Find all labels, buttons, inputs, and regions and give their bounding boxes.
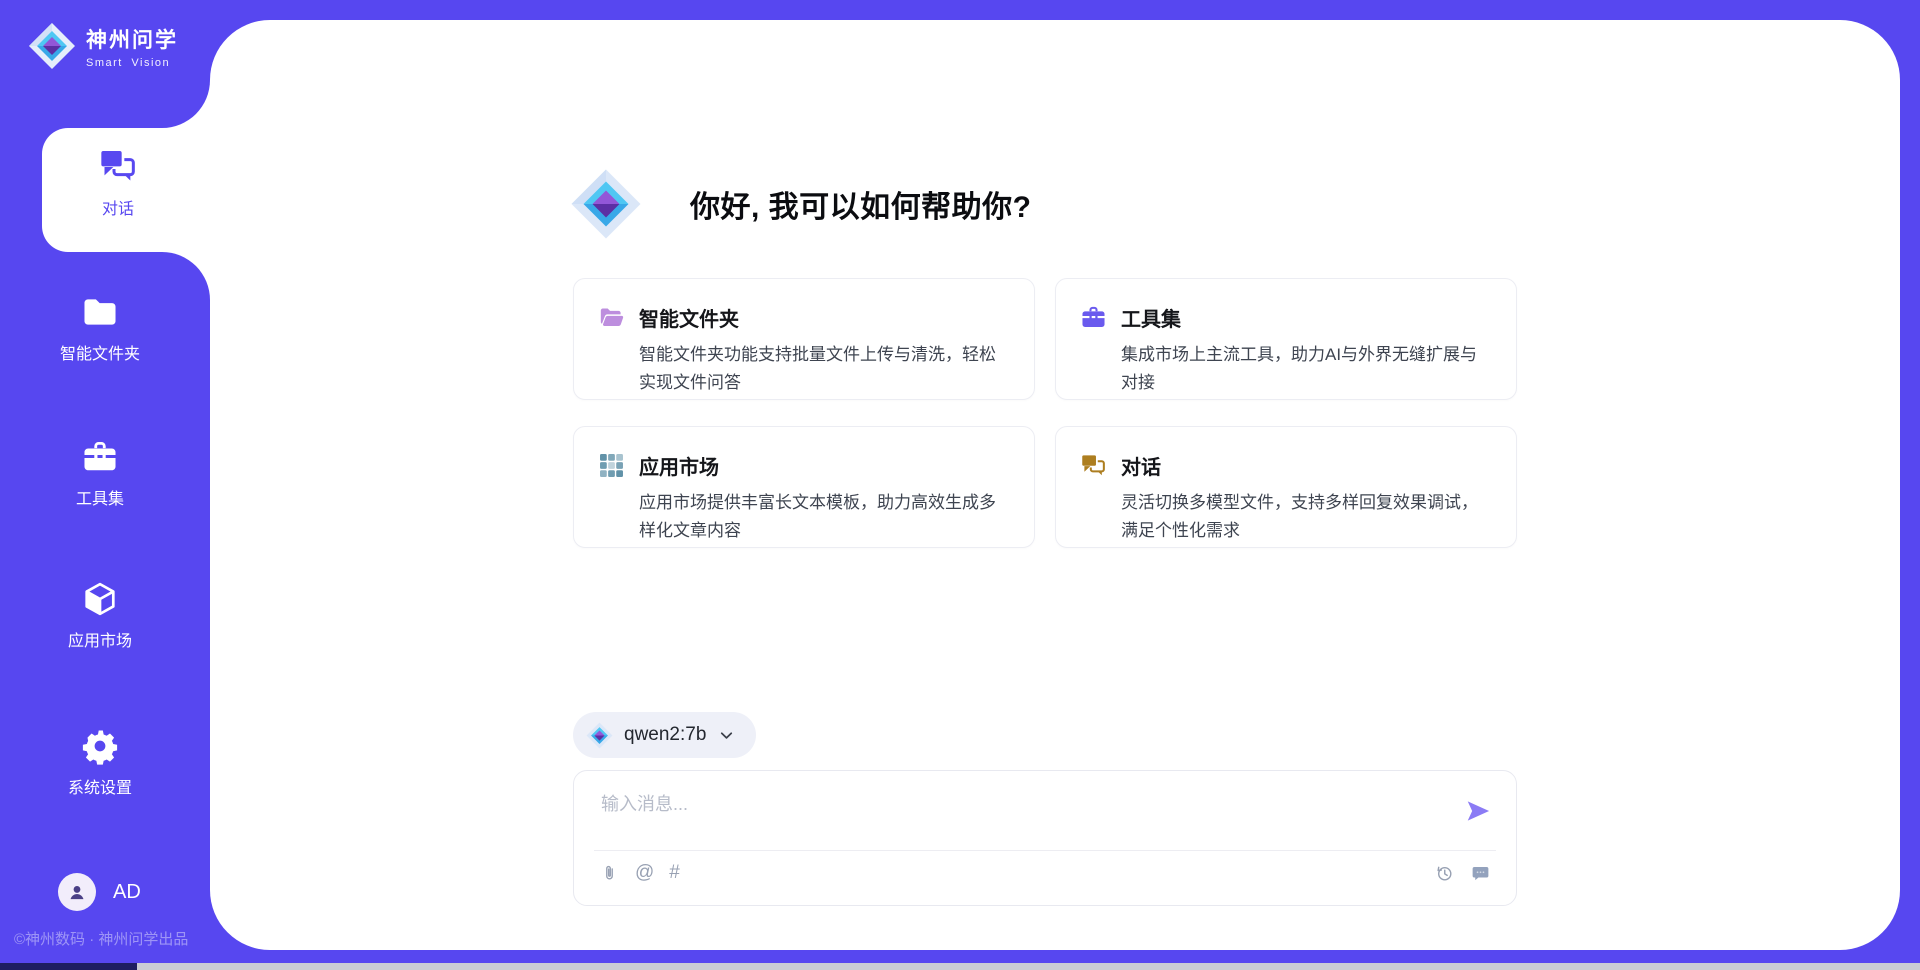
sidebar-item-label: 智能文件夹 [60,340,140,364]
at-icon: @ [635,862,654,884]
chat-icon [98,146,138,186]
sidebar-footer: ©神州数码 · 神州问学出品 [14,928,188,949]
app-logo-icon [28,22,76,70]
card-description: 集成市场上主流工具，助力AI与外界无缝扩展与对接 [1121,341,1490,396]
greeting: 你好, 我可以如何帮助你? [570,163,1032,245]
message-input[interactable] [601,790,1441,842]
chevron-down-icon [717,726,736,745]
grid-icon [598,452,625,479]
composer-divider [594,850,1496,851]
sidebar-item-label: 工具集 [76,485,124,509]
sidebar-item-settings[interactable]: 系统设置 [0,727,200,798]
sidebar-item-app-market[interactable]: 应用市场 [0,580,200,651]
model-name: qwen2:7b [624,724,706,746]
sidebar: 神州问学 Smart Vision 对话 智能文件夹 工具集 [0,0,210,970]
history-button[interactable] [1434,863,1455,884]
tab-connector-top [162,80,210,128]
sidebar-item-label: 系统设置 [68,774,132,798]
sidebar-item-chat[interactable]: 对话 [42,128,212,252]
card-app-market[interactable]: 应用市场 应用市场提供丰富长文本模板，助力高效生成多样化文章内容 [573,426,1035,548]
toolbox-icon [1080,304,1107,331]
model-selector-button[interactable]: qwen2:7b [573,712,756,758]
composer-toolbar: @ # [599,862,1491,884]
card-title: 智能文件夹 [639,303,1008,332]
card-title: 对话 [1121,451,1490,480]
horizontal-scrollbar-thumb[interactable] [0,963,137,970]
open-folder-icon [598,304,625,331]
card-smart-folder[interactable]: 智能文件夹 智能文件夹功能支持批量文件上传与清洗，轻松实现文件问答 [573,278,1035,400]
card-toolset[interactable]: 工具集 集成市场上主流工具，助力AI与外界无缝扩展与对接 [1055,278,1517,400]
paperclip-icon [599,863,620,884]
cube-icon [81,580,119,618]
sidebar-item-label: 应用市场 [68,627,132,651]
chat-icon [1080,452,1107,479]
toolbox-icon [81,438,119,476]
folder-icon [81,293,119,331]
gear-icon [81,727,119,765]
comment-icon [1470,863,1491,884]
comment-button[interactable] [1470,863,1491,884]
brand: 神州问学 Smart Vision [28,22,178,70]
card-chat[interactable]: 对话 灵活切换多模型文件，支持多样回复效果调试，满足个性化需求 [1055,426,1517,548]
composer: @ # [573,770,1517,906]
feature-cards: 智能文件夹 智能文件夹功能支持批量文件上传与清洗，轻松实现文件问答 工具集 集成… [573,278,1517,548]
avatar [58,873,96,911]
hash-icon: # [669,862,680,884]
model-logo-icon [586,722,613,749]
card-description: 应用市场提供丰富长文本模板，助力高效生成多样化文章内容 [639,489,1008,544]
brand-subtitle: Smart Vision [86,57,178,69]
greeting-title: 你好, 我可以如何帮助你? [690,182,1032,226]
card-description: 智能文件夹功能支持批量文件上传与清洗，轻松实现文件问答 [639,341,1008,396]
brand-name: 神州问学 [86,24,178,54]
sidebar-item-toolset[interactable]: 工具集 [0,438,200,509]
sidebar-item-label: 对话 [102,195,134,219]
send-button[interactable] [1464,797,1492,825]
attach-button[interactable] [599,863,620,884]
mention-button[interactable]: @ [635,862,654,884]
hash-button[interactable]: # [669,862,680,884]
history-icon [1434,863,1455,884]
horizontal-scrollbar-track[interactable] [0,963,1920,970]
user-label: AD [113,881,141,904]
greeting-logo-icon [570,163,642,245]
card-description: 灵活切换多模型文件，支持多样回复效果调试，满足个性化需求 [1121,489,1490,544]
user-account[interactable]: AD [58,873,141,911]
person-icon [66,881,88,903]
sidebar-item-smart-folder[interactable]: 智能文件夹 [0,293,200,364]
card-title: 应用市场 [639,451,1008,480]
card-title: 工具集 [1121,303,1490,332]
send-icon [1464,797,1492,825]
